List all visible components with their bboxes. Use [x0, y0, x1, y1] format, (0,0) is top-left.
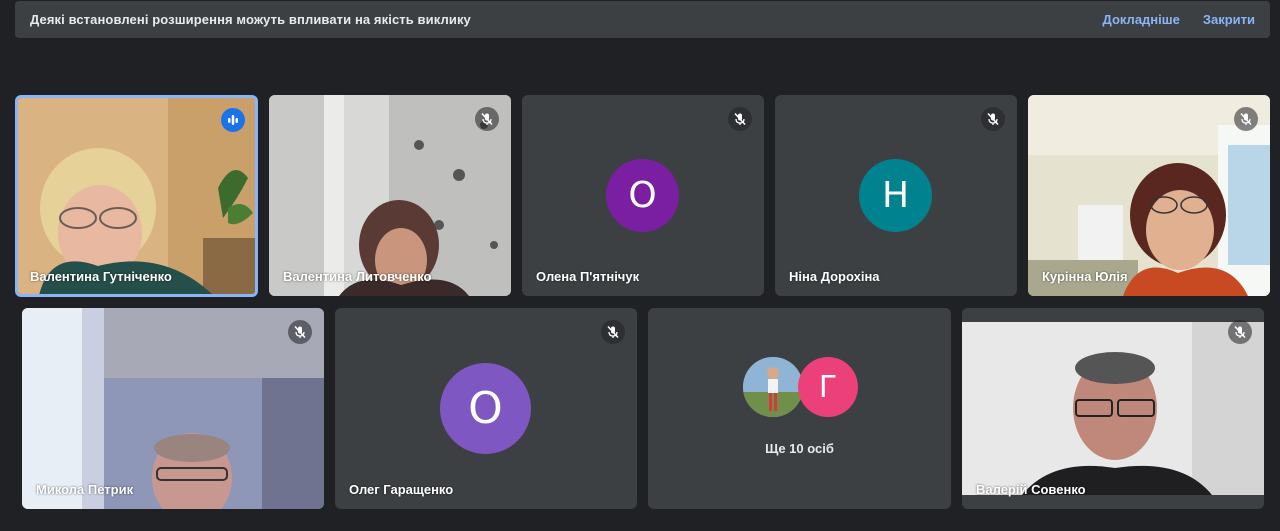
avatar-initial: Н	[881, 175, 910, 216]
mic-off-icon	[288, 320, 312, 344]
participant-name: Валерій Совенко	[976, 482, 1086, 497]
participant-name: Ніна Дорохіна	[789, 269, 880, 284]
avatar-initial: О	[628, 175, 657, 216]
participant-name: Микола Петрик	[36, 482, 134, 497]
mic-off-icon	[728, 107, 752, 131]
avatar-initial: О	[468, 383, 503, 434]
participant-tile-6[interactable]: Микола Петрик	[22, 308, 324, 509]
mic-off-icon	[1228, 320, 1252, 344]
participant-avatar: О	[440, 363, 531, 454]
avatar-initial: Г	[818, 369, 838, 405]
participant-tile-5[interactable]: Курінна Юлія	[1028, 95, 1270, 296]
close-banner-button[interactable]: Закрити	[1203, 12, 1255, 27]
participant-video	[1028, 95, 1270, 296]
participant-tile-1[interactable]: Валентина Гутніченко	[15, 95, 258, 297]
mic-off-icon	[981, 107, 1005, 131]
participant-tile-8[interactable]: Валерій Совенко	[962, 308, 1264, 509]
participant-video	[18, 98, 255, 294]
audio-level-icon	[221, 108, 245, 132]
participant-tile-7[interactable]: О Олег Гаращенко	[335, 308, 637, 509]
participant-name: Олена П'ятнічук	[536, 269, 640, 284]
participant-video	[962, 308, 1264, 509]
overflow-photo-avatar	[743, 357, 803, 417]
participant-name: Валентина Литовченко	[283, 269, 432, 284]
more-participants-label: Ще 10 осіб	[765, 441, 834, 456]
overflow-initial-avatar: Г	[798, 357, 858, 417]
participant-tile-4[interactable]: Н Ніна Дорохіна	[775, 95, 1017, 296]
learn-more-link[interactable]: Докладніше	[1103, 12, 1180, 27]
participant-avatar: О	[606, 159, 679, 232]
participant-name: Олег Гаращенко	[349, 482, 454, 497]
banner-message: Деякі встановлені розширення можуть впли…	[30, 12, 471, 27]
mic-off-icon	[1234, 107, 1258, 131]
participant-tile-3[interactable]: О Олена П'ятнічук	[522, 95, 764, 296]
mic-off-icon	[475, 107, 499, 131]
more-participants-tile[interactable]: Г Ще 10 осіб	[648, 308, 951, 509]
participant-video	[22, 308, 324, 509]
participant-tile-2[interactable]: Валентина Литовченко	[269, 95, 511, 296]
participant-video	[269, 95, 511, 296]
mic-off-icon	[601, 320, 625, 344]
extensions-warning-banner: Деякі встановлені розширення можуть впли…	[15, 1, 1270, 38]
participant-name: Валентина Гутніченко	[30, 269, 172, 284]
participant-avatar: Н	[859, 159, 932, 232]
participant-name: Курінна Юлія	[1042, 269, 1128, 284]
participant-photo	[743, 357, 803, 417]
